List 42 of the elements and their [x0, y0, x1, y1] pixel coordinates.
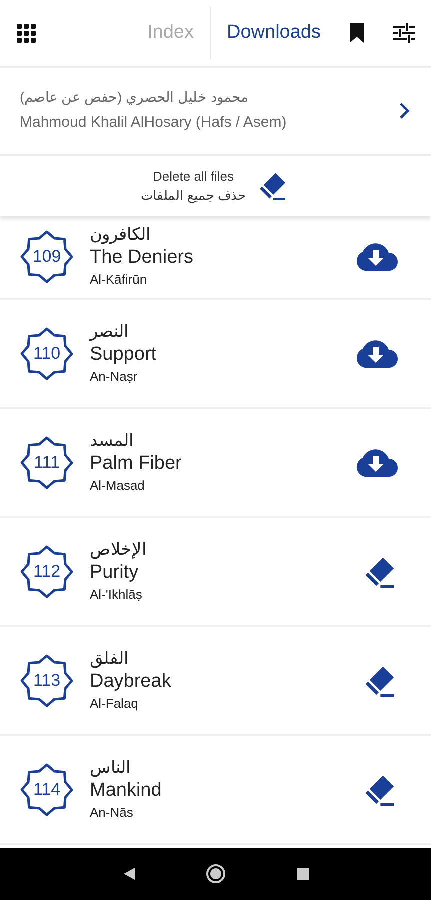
- recents-icon[interactable]: [296, 867, 310, 881]
- chevron-right-icon: [399, 102, 411, 120]
- surah-transliteration: Al-Masad: [90, 476, 145, 495]
- delete-all-label-arabic: حذف جميع الملفات: [140, 187, 246, 206]
- delete-all-label: Delete all files: [153, 168, 234, 186]
- apps-grid-icon[interactable]: [16, 23, 36, 43]
- surah-title: The Deniers: [90, 246, 194, 270]
- surah-transliteration: An-Nās: [90, 804, 134, 822]
- star-badge-icon: [20, 230, 74, 284]
- surah-transliteration: Al-'Ikhlāṣ: [90, 586, 142, 604]
- surah-arabic-name: المسد: [90, 430, 134, 452]
- star-badge-icon: [20, 436, 74, 490]
- surah-transliteration: Al-Falaq: [90, 694, 138, 713]
- surah-title: Palm Fiber: [90, 452, 182, 476]
- surah-arabic-name: النصر: [90, 320, 129, 343]
- surah-number: 113: [33, 670, 61, 692]
- reciter-name-arabic: محمود خليل الحصري (حفص عن عاصم): [20, 88, 249, 108]
- surah-number: 114: [33, 778, 61, 801]
- surah-transliteration: Al-Kāfirūn: [90, 271, 148, 290]
- home-icon[interactable]: [206, 864, 226, 884]
- surah-number: 112: [33, 560, 61, 583]
- settings-sliders-icon[interactable]: [393, 23, 415, 43]
- surah-number: 110: [33, 342, 61, 365]
- star-badge-icon: [20, 654, 74, 708]
- surah-arabic-name: الفلق: [90, 648, 129, 670]
- surah-transliteration: An-Naṣr: [90, 368, 138, 386]
- bookmark-icon[interactable]: [349, 23, 365, 43]
- surah-arabic-name: الكافرون: [90, 224, 151, 246]
- surah-arabic-name: الإخلاص: [90, 538, 147, 561]
- surah-number: 111: [34, 452, 60, 474]
- surah-arabic-name: الناس: [90, 756, 131, 779]
- star-badge-icon: [20, 326, 74, 380]
- tab[interactable]: Downloads: [210, 7, 337, 59]
- back-icon[interactable]: [122, 867, 136, 881]
- surah-title: Mankind: [90, 778, 162, 803]
- reciter-name: Mahmoud Khalil AlHosary (Hafs / Asem): [20, 113, 287, 134]
- surah-title: Purity: [90, 560, 139, 585]
- star-badge-icon: [20, 544, 74, 598]
- surah-title: Daybreak: [90, 670, 172, 694]
- surah-title: Support: [90, 342, 157, 367]
- surah-number: 109: [32, 246, 62, 268]
- star-badge-icon: [20, 762, 74, 816]
